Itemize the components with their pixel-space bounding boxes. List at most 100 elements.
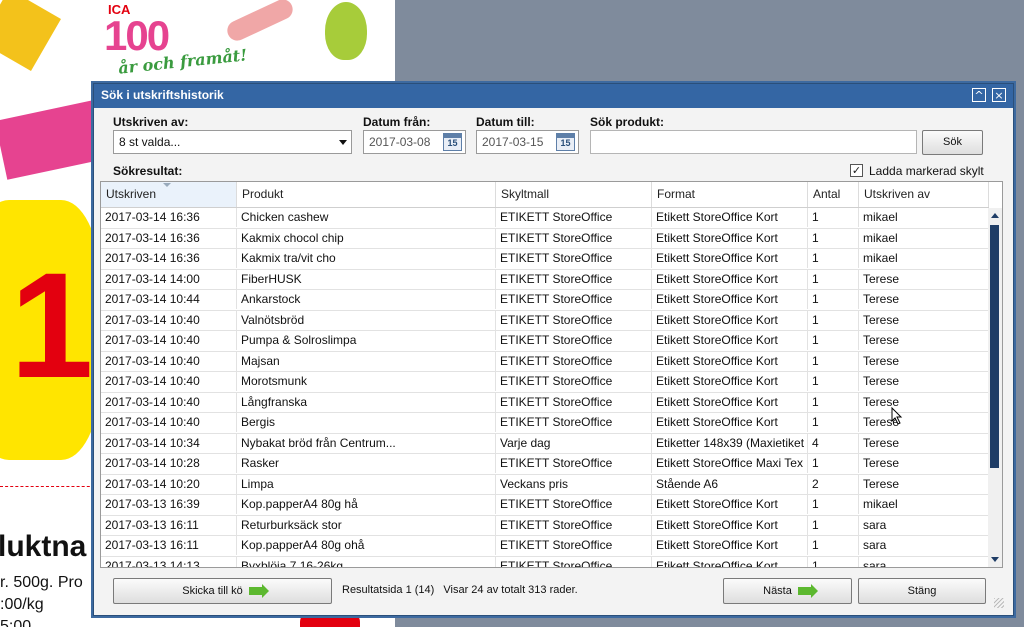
- table-row[interactable]: 2017-03-13 16:11 Kop.papperA4 80g ohå ETIK…: [101, 536, 989, 557]
- cell-printed: 2017-03-14 16:36: [101, 228, 237, 248]
- load-marked-label: Ladda markerad skylt: [869, 164, 984, 178]
- date-from-label: Datum från:: [363, 115, 431, 129]
- cell-product: Bergis: [237, 413, 496, 432]
- column-header-printed-by[interactable]: Utskriven av: [859, 182, 989, 207]
- send-to-queue-label: Skicka till kö: [182, 585, 243, 597]
- poster-price: 5:00: [0, 618, 32, 627]
- close-button[interactable]: Stäng: [858, 578, 986, 604]
- cell-quantity: 1: [808, 413, 859, 432]
- table-row[interactable]: 2017-03-14 10:40 Bergis ETIKETT StoreOffic…: [101, 413, 989, 434]
- cell-template: ETIKETT StoreOffice: [496, 290, 652, 309]
- cell-printed-by: Terese: [859, 392, 989, 412]
- cell-printed: 2017-03-14 10:44: [101, 290, 237, 309]
- cell-format: Etikett StoreOffice Kort: [652, 310, 808, 330]
- cell-printed-by: Terese: [859, 290, 989, 309]
- scrollbar-thumb[interactable]: [990, 225, 999, 468]
- cell-template: Veckans pris: [496, 474, 652, 494]
- printed-by-value: 8 st valda...: [119, 135, 181, 149]
- cell-quantity: 1: [808, 269, 859, 289]
- cell-template: ETIKETT StoreOffice: [496, 413, 652, 432]
- cell-template: ETIKETT StoreOffice: [496, 372, 652, 391]
- cell-product: Chicken cashew: [237, 208, 496, 227]
- pear-decoration: [325, 2, 367, 60]
- cheese-decoration: [0, 0, 61, 71]
- cell-printed: 2017-03-13 16:39: [101, 495, 237, 514]
- cell-product: Kop.papperA4 80g hå: [237, 495, 496, 514]
- cell-quantity: 1: [808, 536, 859, 555]
- cell-printed: 2017-03-14 10:40: [101, 413, 237, 432]
- cell-format: Etikett StoreOffice Kort: [652, 269, 808, 289]
- poster-product-detail: r. 500g. Pro: [0, 574, 83, 591]
- table-row[interactable]: 2017-03-13 16:11 Returburksäck stor ETIKET…: [101, 515, 989, 536]
- date-from-field[interactable]: 2017-03-08 15: [363, 130, 466, 154]
- cell-format: Etikett StoreOffice Kort: [652, 208, 808, 227]
- cell-format: Etikett StoreOffice Maxi Tex: [652, 454, 808, 473]
- cell-template: ETIKETT StoreOffice: [496, 208, 652, 227]
- table-row[interactable]: 2017-03-14 10:40 Långfranska ETIKETT Store…: [101, 392, 989, 413]
- table-row[interactable]: 2017-03-14 14:00 FiberHUSK ETIKETT StoreOf…: [101, 269, 989, 290]
- cell-quantity: 1: [808, 310, 859, 330]
- cell-printed-by: Terese: [859, 454, 989, 473]
- table-row[interactable]: 2017-03-13 16:39 Kop.papperA4 80g hå ETIKE…: [101, 495, 989, 516]
- table-row[interactable]: 2017-03-14 10:40 Valnötsbröd ETIKETT Store…: [101, 310, 989, 331]
- cell-template: ETIKETT StoreOffice: [496, 331, 652, 350]
- calendar-icon[interactable]: 15: [443, 133, 462, 151]
- table-row[interactable]: 2017-03-14 10:40 Morotsmunk ETIKETT StoreO…: [101, 372, 989, 393]
- date-to-field[interactable]: 2017-03-15 15: [476, 130, 579, 154]
- cell-printed: 2017-03-14 16:36: [101, 249, 237, 268]
- table-row[interactable]: 2017-03-14 10:34 Nybakat bröd från Centru…: [101, 433, 989, 454]
- cell-format: Etikett StoreOffice Kort: [652, 413, 808, 432]
- cell-template: ETIKETT StoreOffice: [496, 249, 652, 268]
- cell-printed: 2017-03-14 10:20: [101, 474, 237, 494]
- date-to-value: 2017-03-15: [482, 135, 544, 149]
- column-header-product[interactable]: Produkt: [237, 182, 496, 207]
- cell-printed-by: Terese: [859, 474, 989, 494]
- table-row[interactable]: 2017-03-14 10:40 Majsan ETIKETT StoreOffic…: [101, 351, 989, 372]
- ribbon-decoration: [0, 100, 106, 180]
- printed-by-dropdown[interactable]: 8 st valda...: [113, 130, 352, 154]
- cell-printed: 2017-03-14 10:40: [101, 351, 237, 371]
- cell-format: Etikett StoreOffice Kort: [652, 331, 808, 350]
- minimize-button[interactable]: ^: [972, 88, 986, 102]
- cell-template: ETIKETT StoreOffice: [496, 392, 652, 412]
- table-row[interactable]: 2017-03-14 10:40 Pumpa & Solroslimpa ETIKE…: [101, 331, 989, 352]
- cell-product: Byxblöja 7,16-26kg: [237, 556, 496, 567]
- table-row[interactable]: 2017-03-14 16:36 Kakmix tra/vit cho ETIKET…: [101, 249, 989, 270]
- cell-printed-by: sara: [859, 556, 989, 567]
- results-label: Sökresultat:: [113, 164, 183, 178]
- scroll-up-icon[interactable]: [991, 213, 999, 218]
- next-button[interactable]: Nästa: [723, 578, 852, 604]
- resize-grip-icon[interactable]: [994, 598, 1004, 608]
- column-header-quantity[interactable]: Antal: [808, 182, 859, 207]
- table-row[interactable]: 2017-03-14 10:20 Limpa Veckans pris Stående…: [101, 474, 989, 495]
- vertical-scrollbar[interactable]: [988, 208, 1002, 567]
- cell-product: Limpa: [237, 474, 496, 494]
- cell-format: Etiketter 148x39 (Maxietiket: [652, 433, 808, 453]
- cell-printed-by: mikael: [859, 208, 989, 227]
- results-table: Utskriven Produkt Skyltmall Format Antal…: [100, 181, 1003, 568]
- cell-product: Returburksäck stor: [237, 515, 496, 535]
- search-button[interactable]: Sök: [922, 130, 983, 155]
- cell-printed: 2017-03-14 16:36: [101, 208, 237, 227]
- table-row[interactable]: 2017-03-14 10:28 Rasker ETIKETT StoreOffic…: [101, 454, 989, 475]
- column-header-format[interactable]: Format: [652, 182, 808, 207]
- cell-template: Varje dag: [496, 433, 652, 453]
- cell-quantity: 2: [808, 474, 859, 494]
- close-icon[interactable]: ×: [992, 88, 1006, 102]
- cell-quantity: 1: [808, 515, 859, 535]
- dialog-titlebar[interactable]: Sök i utskriftshistorik ^ ×: [94, 84, 1013, 108]
- table-row[interactable]: 2017-03-14 16:36 Chicken cashew ETIKETT St…: [101, 208, 989, 229]
- search-product-input[interactable]: [590, 130, 917, 154]
- cell-quantity: 1: [808, 228, 859, 248]
- table-row[interactable]: 2017-03-13 14:13 Byxblöja 7,16-26kg ETIKET…: [101, 556, 989, 567]
- scroll-down-icon[interactable]: [991, 557, 999, 562]
- cell-format: Etikett StoreOffice Kort: [652, 228, 808, 248]
- table-header: Utskriven Produkt Skyltmall Format Antal…: [101, 182, 989, 208]
- send-to-queue-button[interactable]: Skicka till kö: [113, 578, 332, 604]
- table-row[interactable]: 2017-03-14 16:36 Kakmix chocol chip ETIKET…: [101, 228, 989, 249]
- table-row[interactable]: 2017-03-14 10:44 Ankarstock ETIKETT StoreO…: [101, 290, 989, 311]
- load-marked-checkbox[interactable]: ✓: [850, 164, 863, 177]
- cell-template: ETIKETT StoreOffice: [496, 269, 652, 289]
- column-header-template[interactable]: Skyltmall: [496, 182, 652, 207]
- calendar-icon[interactable]: 15: [556, 133, 575, 151]
